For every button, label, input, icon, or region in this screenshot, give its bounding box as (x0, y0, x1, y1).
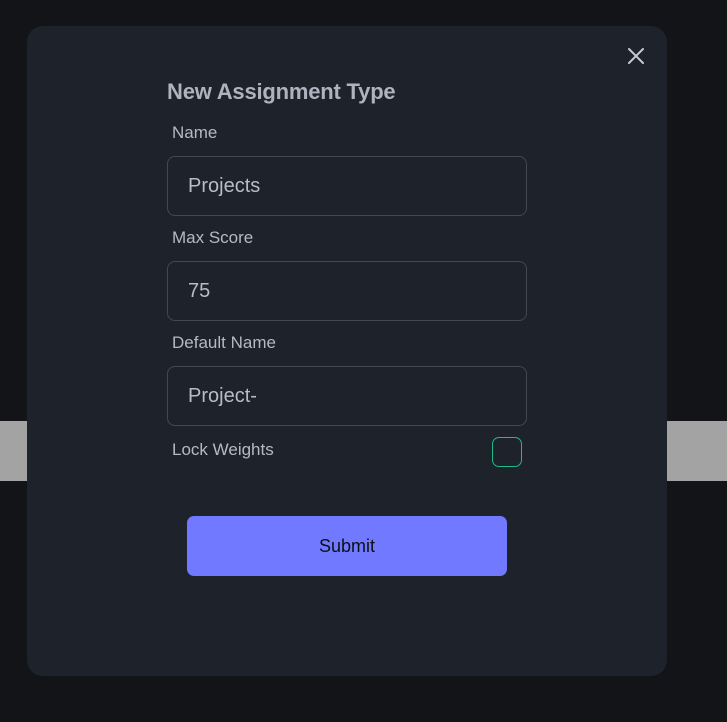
new-assignment-type-modal: New Assignment Type Name Max Score Defau… (27, 26, 667, 676)
close-icon (628, 48, 644, 64)
max-score-input[interactable] (167, 261, 527, 321)
modal-title: New Assignment Type (167, 79, 396, 104)
close-button[interactable] (625, 45, 647, 67)
lock-weights-label: Lock Weights (172, 440, 274, 459)
name-input[interactable] (167, 156, 527, 216)
lock-weights-checkbox[interactable] (492, 437, 522, 467)
max-score-label: Max Score (172, 228, 254, 247)
name-label: Name (172, 123, 218, 142)
default-name-input[interactable] (167, 366, 527, 426)
default-name-label: Default Name (172, 333, 276, 352)
submit-button[interactable]: Submit (187, 516, 507, 576)
